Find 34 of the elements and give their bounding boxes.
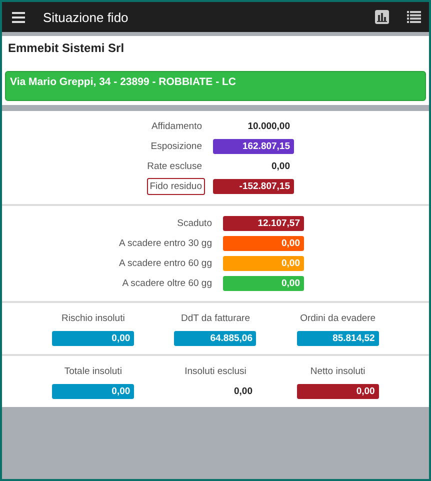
bar-chart-icon[interactable] (375, 10, 389, 24)
amount-label: Rate escluse (146, 160, 203, 174)
customer-address: Via Mario Greppi, 34 - 23899 - ROBBIATE - LC (5, 71, 426, 101)
amount-value: 0,00 (223, 276, 304, 291)
list-icon[interactable] (407, 11, 421, 23)
amount-value: 0,00 (223, 256, 304, 271)
amount-label: Netto insoluti (310, 366, 366, 377)
amount-label: Fido residuo (146, 178, 205, 195)
screen-title: Situazione fido (43, 10, 130, 24)
amount-value: 162.807,15 (213, 139, 294, 154)
amount-value: 10.000,00 (246, 120, 291, 134)
amount-value: 64.885,06 (174, 331, 256, 346)
amount-label: Ordini da evadere (300, 313, 376, 324)
amount-value: 0,00 (52, 331, 134, 346)
amount-label: Affidamento (150, 120, 203, 134)
amount-label: A scadere entro 60 gg (118, 257, 213, 271)
amount-value: 0,00 (223, 236, 304, 251)
amount-label: Esposizione (150, 140, 203, 154)
amount-value: 0,00 (52, 384, 134, 399)
customer-name: Emmebit Sistemi Srl (7, 41, 126, 55)
amount-value: 0,00 (296, 384, 379, 399)
amount-value: 85.814,52 (296, 331, 379, 346)
amount-label: Totale insoluti (64, 366, 122, 377)
amount-value: -152.807,15 (213, 179, 294, 194)
amount-value: 12.107,57 (223, 216, 304, 231)
amount-label: Scaduto (176, 217, 213, 231)
amount-label: A scadere oltre 60 gg (121, 277, 213, 291)
amount-value: 0,00 (270, 160, 291, 174)
amount-label: Insoluti esclusi (184, 366, 246, 377)
amount-label: Rischio insoluti (61, 313, 125, 324)
amount-label: A scadere entro 30 gg (118, 237, 213, 251)
amount-value: 0,00 (232, 385, 254, 399)
menu-icon[interactable] (12, 12, 25, 22)
amount-label: DdT da fatturare (180, 313, 250, 324)
